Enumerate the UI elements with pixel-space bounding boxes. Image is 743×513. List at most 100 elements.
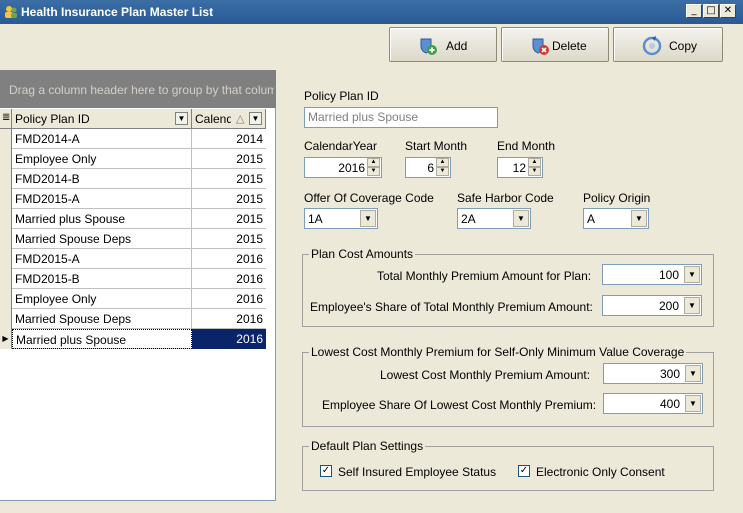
cell-policy-plan-id[interactable]: FMD2014-B xyxy=(12,169,192,189)
lowest-cost-legend: Lowest Cost Monthly Premium for Self-Onl… xyxy=(309,345,687,359)
chevron-down-icon[interactable]: ▼ xyxy=(685,395,701,412)
cell-policy-plan-id[interactable]: FMD2015-A xyxy=(12,189,192,209)
safe-harbor-select[interactable]: 2A ▼ xyxy=(457,208,531,229)
row-selector[interactable] xyxy=(0,249,12,269)
spin-down-icon[interactable]: ▼ xyxy=(436,167,449,176)
spin-up-icon[interactable]: ▲ xyxy=(367,158,380,167)
cell-calendar-year[interactable]: 2016 xyxy=(192,329,266,349)
spin-up-icon[interactable]: ▲ xyxy=(528,158,541,167)
cell-calendar-year[interactable]: 2015 xyxy=(192,169,266,189)
table-row[interactable]: Married plus Spouse 2015 xyxy=(0,209,266,229)
self-insured-checkbox[interactable]: ✓ xyxy=(320,465,332,477)
column-header-calendar-year[interactable]: Calendar △ ▼ xyxy=(192,109,266,129)
close-button[interactable]: ✕ xyxy=(720,4,736,18)
electronic-consent-checkbox[interactable]: ✓ xyxy=(518,465,530,477)
employee-share-select[interactable]: 200 ▼ xyxy=(602,295,702,316)
offer-code-select[interactable]: 1A ▼ xyxy=(304,208,378,229)
row-selector[interactable] xyxy=(0,289,12,309)
cell-calendar-year[interactable]: 2016 xyxy=(192,269,266,289)
chevron-down-icon[interactable]: ▼ xyxy=(685,365,701,382)
chevron-down-icon[interactable]: ▼ xyxy=(631,210,647,227)
cell-policy-plan-id[interactable]: FMD2014-A xyxy=(12,129,192,149)
table-row[interactable]: Married Spouse Deps 2015 xyxy=(0,229,266,249)
filter-dropdown-icon[interactable]: ▼ xyxy=(249,112,262,125)
electronic-consent-label[interactable]: Electronic Only Consent xyxy=(536,465,665,479)
chevron-down-icon[interactable]: ▼ xyxy=(360,210,376,227)
grid-body: FMD2014-A 2014 Employee Only 2015 FMD2014-B 2… xyxy=(0,129,266,349)
row-selector[interactable] xyxy=(0,269,12,289)
lowest-cost-share-select[interactable]: 400 ▼ xyxy=(603,393,703,414)
table-row[interactable]: FMD2015-A 2016 xyxy=(0,249,266,269)
cell-policy-plan-id[interactable]: Married plus Spouse xyxy=(12,329,192,349)
row-selector[interactable] xyxy=(0,209,12,229)
row-pointer-icon[interactable]: ▶ xyxy=(0,329,12,349)
spin-down-icon[interactable]: ▼ xyxy=(528,167,541,176)
people-icon xyxy=(5,6,17,18)
default-settings-legend: Default Plan Settings xyxy=(309,439,426,453)
cell-policy-plan-id[interactable]: Married plus Spouse xyxy=(12,209,192,229)
cell-calendar-year[interactable]: 2015 xyxy=(192,229,266,249)
chevron-down-icon[interactable]: ▼ xyxy=(684,297,700,314)
row-selector[interactable] xyxy=(0,189,12,209)
filter-dropdown-icon[interactable]: ▼ xyxy=(175,112,188,125)
cell-policy-plan-id[interactable]: Employee Only xyxy=(12,149,192,169)
table-row[interactable]: Employee Only 2015 xyxy=(0,149,266,169)
end-month-spinner[interactable]: 12 ▲ ▼ xyxy=(497,157,543,178)
delete-shield-icon xyxy=(532,38,549,55)
minimize-button[interactable]: _ xyxy=(686,4,702,18)
chevron-down-icon[interactable]: ▼ xyxy=(684,266,700,283)
table-row[interactable]: ▶ Married plus Spouse 2016 xyxy=(0,329,266,349)
policy-origin-label: Policy Origin xyxy=(583,191,651,205)
cell-calendar-year[interactable]: 2016 xyxy=(192,249,266,269)
cell-calendar-year[interactable]: 2014 xyxy=(192,129,266,149)
cell-policy-plan-id[interactable]: FMD2015-B xyxy=(12,269,192,289)
calendar-year-spinner[interactable]: 2016 ▲ ▼ xyxy=(304,157,382,178)
total-premium-value: 100 xyxy=(658,268,679,282)
end-month-label: End Month xyxy=(497,139,556,153)
cell-policy-plan-id[interactable]: Married Spouse Deps xyxy=(12,229,192,249)
copy-refresh-icon xyxy=(642,36,662,56)
spin-up-icon[interactable]: ▲ xyxy=(436,158,449,167)
cell-policy-plan-id[interactable]: FMD2015-A xyxy=(12,249,192,269)
column-chooser-button[interactable]: ≣ xyxy=(0,109,12,129)
policy-origin-select[interactable]: A ▼ xyxy=(583,208,649,229)
table-row[interactable]: FMD2014-A 2014 xyxy=(0,129,266,149)
column-header-policy-plan-id[interactable]: Policy Plan ID ▼ xyxy=(12,109,192,129)
copy-button[interactable]: Copy xyxy=(613,27,723,62)
row-selector[interactable] xyxy=(0,169,12,189)
table-row[interactable]: FMD2015-A 2015 xyxy=(0,189,266,209)
cell-calendar-year[interactable]: 2015 xyxy=(192,209,266,229)
row-selector[interactable] xyxy=(0,129,12,149)
cell-policy-plan-id[interactable]: Employee Only xyxy=(12,289,192,309)
start-month-spinner[interactable]: 6 ▲ ▼ xyxy=(405,157,451,178)
end-month-value: 12 xyxy=(512,161,526,175)
cell-calendar-year[interactable]: 2015 xyxy=(192,149,266,169)
chevron-down-icon[interactable]: ▼ xyxy=(513,210,529,227)
delete-button-label: Delete xyxy=(552,39,587,53)
policy-plan-id-field[interactable]: Married plus Spouse xyxy=(304,107,498,128)
cell-policy-plan-id[interactable]: Married Spouse Deps xyxy=(12,309,192,329)
row-selector[interactable] xyxy=(0,229,12,249)
lowest-cost-amount-value: 300 xyxy=(659,367,680,381)
table-row[interactable]: Married Spouse Deps 2016 xyxy=(0,309,266,329)
delete-button[interactable]: Delete xyxy=(501,27,609,62)
plan-grid-panel: Drag a column header here to group by th… xyxy=(0,70,276,501)
lowest-cost-share-value: 400 xyxy=(659,397,680,411)
table-row[interactable]: Employee Only 2016 xyxy=(0,289,266,309)
cell-calendar-year[interactable]: 2016 xyxy=(192,289,266,309)
row-selector[interactable] xyxy=(0,149,12,169)
row-selector[interactable] xyxy=(0,309,12,329)
self-insured-label[interactable]: Self Insured Employee Status xyxy=(338,465,496,479)
total-premium-select[interactable]: 100 ▼ xyxy=(602,264,702,285)
plan-cost-legend: Plan Cost Amounts xyxy=(309,247,416,261)
restore-button[interactable]: □ xyxy=(703,4,719,18)
table-row[interactable]: FMD2015-B 2016 xyxy=(0,269,266,289)
copy-button-label: Copy xyxy=(669,39,698,53)
group-by-area[interactable]: Drag a column header here to group by th… xyxy=(0,70,276,108)
lowest-cost-amount-select[interactable]: 300 ▼ xyxy=(603,363,703,384)
add-button[interactable]: Add xyxy=(389,27,497,62)
spin-down-icon[interactable]: ▼ xyxy=(367,167,380,176)
cell-calendar-year[interactable]: 2015 xyxy=(192,189,266,209)
table-row[interactable]: FMD2014-B 2015 xyxy=(0,169,266,189)
cell-calendar-year[interactable]: 2016 xyxy=(192,309,266,329)
